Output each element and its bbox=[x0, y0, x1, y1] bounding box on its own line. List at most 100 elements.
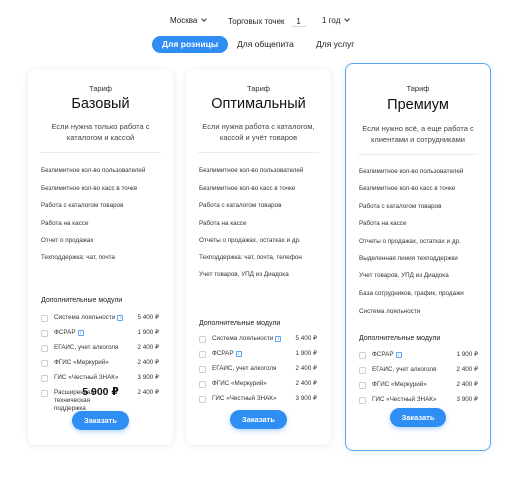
feature-item: Безлимитное кол-во пользователей bbox=[359, 168, 464, 175]
addon-label: ФГИС «Меркурий» bbox=[212, 380, 267, 387]
order-button[interactable]: Заказать bbox=[390, 408, 446, 427]
tariff-label: Тариф bbox=[406, 84, 430, 93]
addon-checkbox[interactable] bbox=[359, 352, 366, 359]
chevron-down-icon bbox=[201, 16, 208, 22]
addon-checkbox[interactable] bbox=[199, 381, 206, 388]
addon-label: Система лояльности i bbox=[54, 314, 124, 322]
addon-price: 2 400 ₽ bbox=[456, 381, 478, 388]
points-input[interactable]: 1 bbox=[291, 16, 306, 27]
addon-checkbox[interactable] bbox=[41, 375, 48, 382]
addon-checkbox[interactable] bbox=[199, 396, 206, 403]
addon-checkbox[interactable] bbox=[41, 315, 48, 322]
addons-title: Дополнительные модули bbox=[41, 297, 123, 304]
addon-label: ЕГАИС, учет алкоголя bbox=[54, 344, 119, 351]
addon-price: 2 400 ₽ bbox=[137, 359, 159, 366]
addon-price: 5 400 ₽ bbox=[137, 314, 159, 321]
plan-name: Оптимальный bbox=[211, 96, 306, 112]
feature-item: Техподдержка: чат, почта, телефон bbox=[199, 254, 302, 261]
addon-row: ЕГАИС, учет алкоголя 2 400 ₽ bbox=[41, 343, 161, 355]
addon-row: ЕГАИС, учет алкоголя 2 400 ₽ bbox=[199, 364, 319, 376]
addon-checkbox[interactable] bbox=[199, 351, 206, 358]
addon-row: ГИС «Честный ЗНАК» 3 900 ₽ bbox=[359, 395, 480, 407]
addon-row: Система лояльности i 5 400 ₽ bbox=[199, 334, 319, 346]
points-label: Торговых точек bbox=[228, 17, 285, 26]
addon-checkbox[interactable] bbox=[359, 397, 366, 404]
feature-item: Отчеты о продажах, остатках и др. bbox=[359, 238, 461, 245]
addon-label: ЕГАИС, учет алкоголя bbox=[212, 365, 277, 372]
addon-label: ЕГАИС, учет алкоголя bbox=[372, 366, 437, 373]
addon-row: ФСРАР i 1 900 ₽ bbox=[359, 350, 480, 362]
feature-item: Безлимитное кол-во пользователей bbox=[41, 167, 146, 174]
divider bbox=[40, 152, 161, 153]
tab-catering[interactable]: Для общепита bbox=[237, 36, 294, 53]
period-select[interactable]: 1 год bbox=[322, 16, 351, 25]
feature-item: Учет товаров, УПД из Диадока bbox=[199, 271, 289, 278]
tab-retail[interactable]: Для розницы bbox=[152, 36, 229, 53]
addon-label: ФСРАР i bbox=[372, 351, 402, 359]
addon-checkbox[interactable] bbox=[199, 336, 206, 343]
feature-item: База сотрудников, график, продажи bbox=[359, 290, 464, 297]
feature-item: Безлимитное кол-во касс в точке bbox=[199, 185, 296, 192]
addon-label: ГИС «Честный ЗНАК» bbox=[54, 374, 119, 381]
feature-item: Учет товаров, УПД из Диадока bbox=[359, 272, 449, 279]
addon-checkbox[interactable] bbox=[41, 345, 48, 352]
addon-label: ГИС «Честный ЗНАК» bbox=[212, 395, 277, 402]
addon-row: ЕГАИС, учет алкоголя 2 400 ₽ bbox=[359, 365, 480, 377]
addon-price: 1 900 ₽ bbox=[137, 329, 159, 336]
order-button[interactable]: Заказать bbox=[230, 410, 287, 429]
feature-item: Безлимитное кол-во касс в точке bbox=[41, 185, 138, 192]
feature-item: Работа с каталогом товаров bbox=[199, 202, 282, 209]
info-icon[interactable]: i bbox=[117, 315, 124, 321]
points-control: Торговых точек 1 bbox=[228, 16, 306, 27]
feature-item: Работа на кассе bbox=[359, 220, 407, 227]
addon-label: ФСРАР i bbox=[212, 350, 242, 358]
addon-label: ФГИС «Меркурий» bbox=[372, 381, 427, 388]
city-value: Москва bbox=[170, 16, 198, 25]
tab-services[interactable]: Для услуг bbox=[316, 36, 354, 53]
addon-price: 3 900 ₽ bbox=[295, 395, 317, 402]
feature-item: Безлимитное кол-во касс в точке bbox=[359, 185, 456, 192]
info-icon[interactable]: i bbox=[235, 351, 242, 357]
divider bbox=[198, 152, 319, 153]
addon-checkbox[interactable] bbox=[41, 330, 48, 337]
addon-checkbox[interactable] bbox=[199, 366, 206, 373]
feature-item: Выделенная линия техподдержки bbox=[359, 255, 458, 262]
addon-price: 1 900 ₽ bbox=[456, 351, 478, 358]
addon-price: 5 400 ₽ bbox=[295, 335, 317, 342]
addon-row: ФГИС «Меркурий» 2 400 ₽ bbox=[199, 379, 319, 391]
segment-tabs: Для розницы Для общепита Для услуг bbox=[0, 36, 512, 54]
tariff-label: Тариф bbox=[89, 84, 112, 93]
info-icon[interactable]: i bbox=[77, 330, 84, 336]
info-icon[interactable]: i bbox=[395, 352, 402, 358]
addon-checkbox[interactable] bbox=[359, 382, 366, 389]
feature-item: Работа с каталогом товаров bbox=[359, 203, 442, 210]
addon-price: 2 400 ₽ bbox=[456, 366, 478, 373]
addon-row: ФСРАР i 1 900 ₽ bbox=[41, 328, 161, 340]
order-button[interactable]: Заказать bbox=[72, 411, 129, 430]
addon-price: 2 400 ₽ bbox=[295, 380, 317, 387]
city-select[interactable]: Москва bbox=[170, 16, 208, 25]
addon-price: 3 900 ₽ bbox=[137, 374, 159, 381]
info-icon[interactable]: i bbox=[275, 336, 282, 342]
addon-row: ГИС «Честный ЗНАК» 3 900 ₽ bbox=[41, 373, 161, 385]
feature-item: Работа с каталогом товаров bbox=[41, 202, 124, 209]
plan-price: 5 900 ₽ bbox=[82, 386, 119, 398]
addons-title: Дополнительные модули bbox=[359, 335, 441, 342]
addon-row: ФГИС «Меркурий» 2 400 ₽ bbox=[359, 380, 480, 392]
feature-item: Отчет о продажах bbox=[41, 237, 94, 244]
addon-price: 3 900 ₽ bbox=[456, 396, 478, 403]
feature-item: Безлимитное кол-во пользователей bbox=[199, 167, 304, 174]
feature-item: Отчеты о продажах, остатках и др. bbox=[199, 237, 301, 244]
plan-name: Базовый bbox=[71, 96, 130, 112]
addon-row: ГИС «Честный ЗНАК» 3 900 ₽ bbox=[199, 394, 319, 406]
addon-checkbox[interactable] bbox=[359, 367, 366, 374]
addon-checkbox[interactable] bbox=[41, 360, 48, 367]
plan-description: Если нужна работа с каталогом, кассой и … bbox=[202, 122, 315, 142]
plan-card-premium: Тариф Премиум Если нужно всё, а еще рабо… bbox=[345, 63, 491, 451]
period-value: 1 год bbox=[322, 16, 341, 25]
addons-title: Дополнительные модули bbox=[199, 320, 281, 327]
plan-description: Если нужно всё, а еще работа с клиентами… bbox=[362, 124, 474, 144]
addon-price: 2 400 ₽ bbox=[137, 344, 159, 351]
addon-label: ГИС «Честный ЗНАК» bbox=[372, 396, 437, 403]
feature-item: Система лояльности bbox=[359, 308, 421, 315]
